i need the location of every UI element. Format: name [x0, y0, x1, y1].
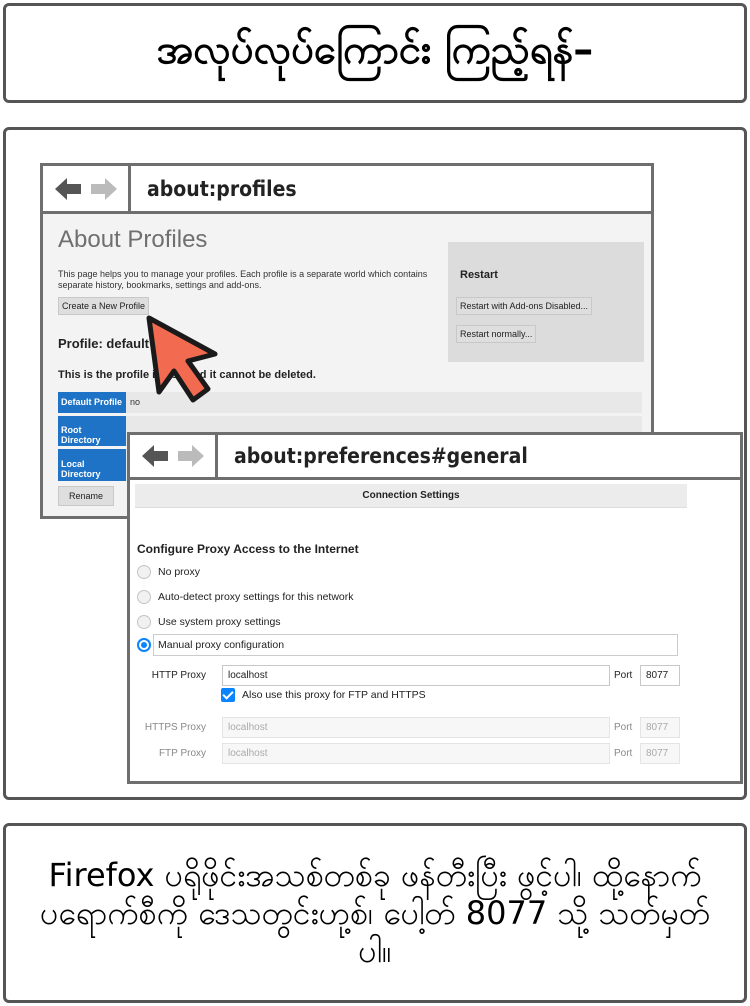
radio-label: Manual proxy configuration: [158, 639, 285, 651]
section-title: Configure Proxy Access to the Internet: [137, 542, 359, 556]
screenshot-panel: about:profiles About Profiles This page …: [3, 127, 747, 800]
radio-auto-detect[interactable]: Auto-detect proxy settings for this netw…: [137, 590, 354, 604]
address-bar: about:preferences#general: [130, 435, 740, 480]
profile-title: Profile: default: [58, 336, 150, 351]
radio-label: No proxy: [158, 566, 201, 578]
ftp-proxy-label: FTP Proxy: [158, 748, 206, 759]
connection-settings-dialog: Connection Settings Configure Proxy Acce…: [130, 480, 740, 781]
ftp-proxy-input[interactable]: localhost: [222, 743, 610, 764]
instruction-caption: Firefox ပရိုဖိုင်းအသစ်တစ်ခု ဖန်တီးပြီး ဖ…: [39, 856, 710, 970]
restart-box: Restart Restart with Add-ons Disabled...…: [448, 242, 644, 362]
radio-no-proxy[interactable]: No proxy: [137, 565, 200, 579]
http-proxy-input[interactable]: localhost: [222, 665, 610, 686]
dialog-title: Connection Settings: [135, 484, 687, 508]
forward-arrow-icon[interactable]: [89, 176, 119, 202]
url-text[interactable]: about:preferences#general: [218, 444, 528, 468]
back-arrow-icon[interactable]: [140, 443, 170, 469]
table-value: no: [130, 397, 141, 407]
radio-button[interactable]: [137, 615, 151, 629]
radio-button[interactable]: [137, 565, 151, 579]
table-key: Default Profile: [58, 392, 126, 413]
http-port-label: Port: [614, 670, 633, 681]
checkbox-label: Also use this proxy for FTP and HTTPS: [242, 689, 426, 701]
http-port-input[interactable]: 8077: [640, 665, 680, 686]
also-use-proxy-checkbox-row[interactable]: Also use this proxy for FTP and HTTPS: [221, 688, 426, 702]
checkbox-checked[interactable]: [221, 688, 235, 702]
mouse-pointer-icon: [146, 315, 218, 403]
profiles-description: This page helps you to manage your profi…: [58, 269, 428, 290]
url-text[interactable]: about:profiles: [131, 177, 297, 201]
radio-button-selected[interactable]: [137, 638, 151, 652]
ftp-port-input[interactable]: 8077: [640, 743, 680, 764]
back-arrow-icon[interactable]: [53, 176, 83, 202]
radio-button[interactable]: [137, 590, 151, 604]
https-proxy-input[interactable]: localhost: [222, 717, 610, 738]
ftp-port-label: Port: [614, 748, 633, 759]
https-port-label: Port: [614, 722, 633, 733]
http-proxy-label: HTTP Proxy: [151, 670, 206, 681]
forward-arrow-icon[interactable]: [176, 443, 206, 469]
https-proxy-label: HTTPS Proxy: [144, 722, 206, 733]
restart-addons-disabled-button[interactable]: Restart with Add-ons Disabled...: [456, 297, 593, 315]
preferences-browser-window: about:preferences#general Connection Set…: [127, 432, 743, 784]
profiles-heading: About Profiles: [58, 226, 208, 253]
page-title: အလုပ်လုပ်ကြောင်း ကြည့်ရန်–: [156, 26, 594, 73]
caption-panel: Firefox ပရိုဖိုင်းအသစ်တစ်ခု ဖန်တီးပြီး ဖ…: [3, 823, 747, 1003]
https-port-input[interactable]: 8077: [640, 717, 680, 738]
radio-label: Use system proxy settings: [158, 616, 281, 628]
radio-system-proxy[interactable]: Use system proxy settings: [137, 615, 281, 629]
create-profile-button[interactable]: Create a New Profile: [58, 297, 150, 315]
nav-buttons: [130, 435, 218, 477]
title-panel: အလုပ်လုပ်ကြောင်း ကြည့်ရန်–: [3, 3, 747, 103]
restart-title: Restart: [460, 269, 498, 281]
radio-label: Auto-detect proxy settings for this netw…: [158, 591, 354, 603]
rename-button[interactable]: Rename: [58, 486, 115, 506]
radio-manual-proxy[interactable]: Manual proxy configuration: [137, 638, 284, 652]
table-key: Local Directory: [58, 449, 126, 481]
table-key: Root Directory: [58, 416, 126, 446]
address-bar: about:profiles: [43, 166, 651, 214]
nav-buttons: [43, 166, 131, 211]
restart-normally-button[interactable]: Restart normally...: [456, 325, 537, 343]
